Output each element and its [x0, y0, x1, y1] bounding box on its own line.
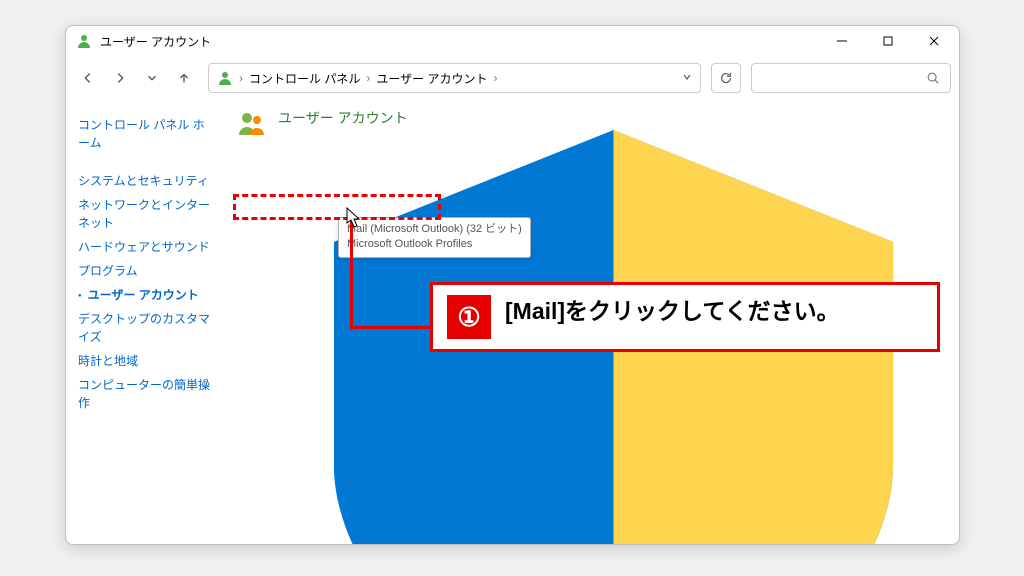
- user-icon: [217, 70, 233, 86]
- user-accounts-title[interactable]: ユーザー アカウント: [278, 108, 949, 128]
- annotation-connector-h: [350, 326, 430, 329]
- chevron-right-icon: ›: [493, 71, 497, 85]
- address-bar[interactable]: › コントロール パネル › ユーザー アカウント ›: [208, 63, 701, 93]
- window-title: ユーザー アカウント: [100, 33, 819, 50]
- forward-button[interactable]: [106, 64, 134, 92]
- window-buttons: [819, 26, 957, 56]
- sidebar-item-programs[interactable]: プログラム: [78, 262, 214, 280]
- titlebar: ユーザー アカウント: [66, 26, 959, 56]
- toolbar: › コントロール パネル › ユーザー アカウント ›: [66, 56, 959, 100]
- recent-button[interactable]: [138, 64, 166, 92]
- user-icon: [76, 33, 92, 49]
- tooltip-line1: Mail (Microsoft Outlook) (32 ビット): [347, 222, 522, 237]
- minimize-button[interactable]: [819, 26, 865, 56]
- breadcrumb-root[interactable]: コントロール パネル: [249, 70, 360, 87]
- sidebar-item-clock[interactable]: 時計と地域: [78, 352, 214, 370]
- tooltip-line2: Microsoft Outlook Profiles: [347, 237, 522, 252]
- sidebar-home[interactable]: コントロール パネル ホーム: [78, 116, 214, 152]
- refresh-button[interactable]: [711, 63, 741, 93]
- sidebar-item-user-accounts[interactable]: ユーザー アカウント: [78, 286, 214, 304]
- chevron-down-icon[interactable]: [682, 71, 692, 85]
- close-button[interactable]: [911, 26, 957, 56]
- sidebar-item-appearance[interactable]: デスクトップのカスタマイズ: [78, 310, 214, 346]
- maximize-button[interactable]: [865, 26, 911, 56]
- sidebar-item-ease[interactable]: コンピューターの簡単操作: [78, 376, 214, 412]
- tooltip: Mail (Microsoft Outlook) (32 ビット) Micros…: [338, 217, 531, 258]
- chevron-right-icon: ›: [239, 71, 243, 85]
- search-icon: [926, 71, 940, 85]
- sidebar-item-hardware[interactable]: ハードウェアとサウンド: [78, 238, 214, 256]
- search-input[interactable]: [751, 63, 951, 93]
- annotation-text: [Mail]をクリックしてください。: [505, 295, 840, 327]
- annotation-badge: ①: [447, 295, 491, 339]
- sidebar-item-system[interactable]: システムとセキュリティ: [78, 172, 214, 190]
- sidebar-item-network[interactable]: ネットワークとインターネット: [78, 196, 214, 232]
- users-icon: [236, 108, 268, 140]
- breadcrumb-current[interactable]: ユーザー アカウント: [376, 70, 487, 87]
- back-button[interactable]: [74, 64, 102, 92]
- cursor-icon: [346, 207, 362, 229]
- chevron-right-icon: ›: [366, 71, 370, 85]
- sidebar: コントロール パネル ホーム システムとセキュリティ ネットワークとインターネッ…: [66, 100, 226, 544]
- up-button[interactable]: [170, 64, 198, 92]
- annotation-callout: ① [Mail]をクリックしてください。: [430, 282, 940, 352]
- annotation-connector-v: [350, 220, 353, 329]
